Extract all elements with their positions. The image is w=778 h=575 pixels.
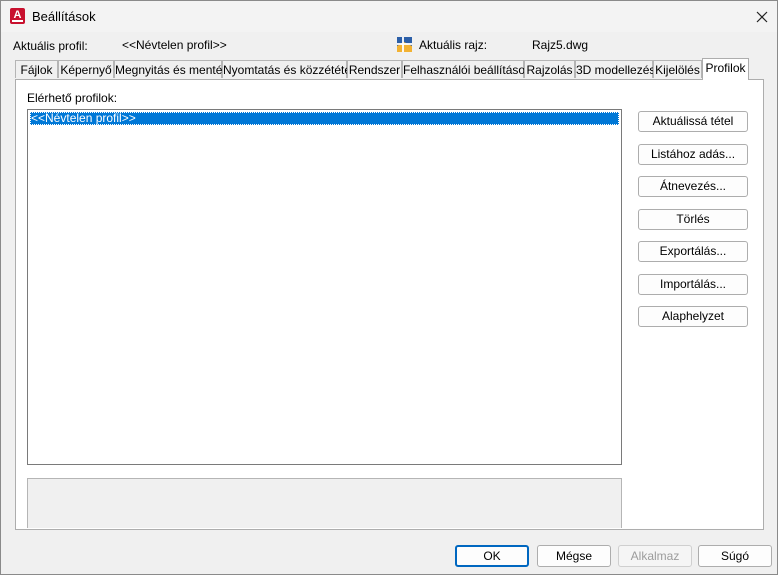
current-drawing-label: Aktuális rajz: xyxy=(419,38,488,52)
tab-drafting[interactable]: Rajzolás xyxy=(524,60,575,78)
delete-button[interactable]: Törlés xyxy=(638,209,748,230)
tab-3d-modeling[interactable]: 3D modellezés xyxy=(575,60,655,78)
title-bar: A Beállítások xyxy=(1,1,777,32)
import-button[interactable]: Importálás... xyxy=(638,274,748,295)
add-to-list-button[interactable]: Listához adás... xyxy=(638,144,748,165)
apply-button[interactable]: Alkalmaz xyxy=(618,545,692,567)
list-item[interactable]: <<Névtelen profil>> xyxy=(30,112,619,125)
close-button[interactable] xyxy=(747,5,777,29)
rename-button[interactable]: Átnevezés... xyxy=(638,176,748,197)
tab-user-preferences[interactable]: Felhasználói beállítások xyxy=(402,60,531,78)
export-button[interactable]: Exportálás... xyxy=(638,241,748,262)
help-button[interactable]: Súgó xyxy=(698,545,772,567)
autocad-app-icon: A xyxy=(10,8,25,24)
cancel-button[interactable]: Mégse xyxy=(537,545,611,567)
profiles-listbox[interactable]: <<Névtelen profil>> xyxy=(27,109,622,465)
tab-display[interactable]: Képernyő xyxy=(58,60,114,78)
profile-description-box xyxy=(27,478,622,528)
tab-plot-publish[interactable]: Nyomtatás és közzététel xyxy=(222,60,354,78)
tab-selection[interactable]: Kijelölés xyxy=(653,60,702,78)
tab-open-save[interactable]: Megnyitás és mentés xyxy=(114,60,228,78)
tab-profiles[interactable]: Profilok xyxy=(702,58,749,80)
current-profile-label: Aktuális profil: xyxy=(13,39,88,53)
drawing-icon xyxy=(397,37,412,52)
settings-dialog: A Beállítások Aktuális profil: <<Névtele… xyxy=(0,0,778,575)
reset-button[interactable]: Alaphelyzet xyxy=(638,306,748,327)
set-current-button[interactable]: Aktuálissá tétel xyxy=(638,111,748,132)
available-profiles-label: Elérhető profilok: xyxy=(27,91,118,105)
close-icon xyxy=(756,11,768,23)
profiles-panel: Elérhető profilok: <<Névtelen profil>> A… xyxy=(15,79,764,530)
tab-system[interactable]: Rendszer xyxy=(347,60,402,78)
ok-button[interactable]: OK xyxy=(455,545,529,567)
current-drawing-value: Rajz5.dwg xyxy=(532,38,589,52)
tab-files[interactable]: Fájlok xyxy=(15,60,58,78)
current-profile-value: <<Névtelen profil>> xyxy=(122,38,227,52)
window-title: Beállítások xyxy=(32,9,96,24)
